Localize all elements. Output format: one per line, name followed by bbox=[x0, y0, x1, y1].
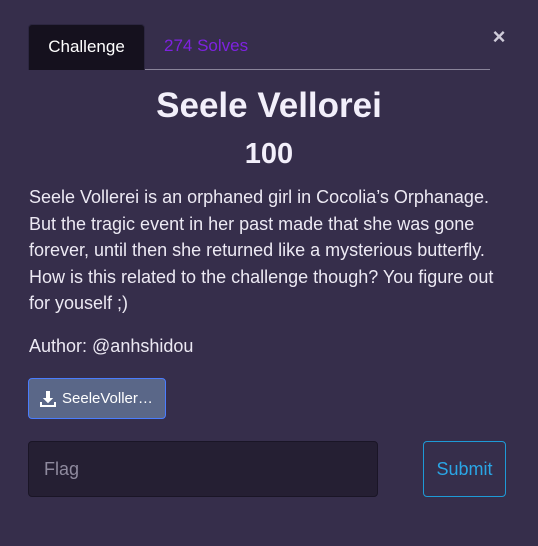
description-line: But the tragic event in her past made th… bbox=[29, 213, 475, 234]
submit-button[interactable]: Submit bbox=[423, 441, 506, 497]
challenge-tabs: Challenge 274 Solves bbox=[28, 24, 490, 70]
description-line: for youself ;) bbox=[29, 293, 129, 313]
close-icon[interactable]: × bbox=[488, 26, 510, 48]
challenge-author: Author: @anhshidou bbox=[29, 336, 194, 356]
download-icon bbox=[40, 390, 56, 407]
tab-challenge[interactable]: Challenge bbox=[28, 24, 145, 70]
challenge-points: 100 bbox=[244, 138, 294, 170]
flag-input[interactable] bbox=[28, 441, 378, 497]
description-line: forever, until then she returned like a … bbox=[29, 240, 485, 260]
tab-solves[interactable]: 274 Solves bbox=[164, 24, 248, 70]
description-line: Seele Vollerei is an orphaned girl in Co… bbox=[29, 187, 489, 207]
challenge-title: Seele Vellorei bbox=[156, 86, 382, 125]
file-download-button[interactable]: SeeleVoller… bbox=[28, 378, 166, 419]
file-name: SeeleVoller… bbox=[62, 390, 153, 407]
description-line: How is this related to the challenge tho… bbox=[29, 266, 494, 287]
challenge-description: Seele Vollerei is an orphaned girl in Co… bbox=[29, 184, 499, 317]
